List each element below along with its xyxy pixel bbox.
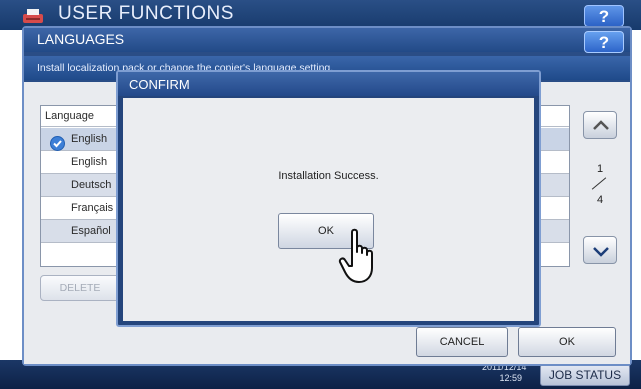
chevron-up-icon <box>593 120 609 130</box>
list-header-label: Language <box>45 110 94 122</box>
languages-title: LANGUAGES <box>37 31 125 47</box>
delete-button[interactable]: DELETE <box>40 275 120 301</box>
confirm-body <box>123 98 534 321</box>
ok-button[interactable]: OK <box>518 327 616 357</box>
page-total: 4 <box>596 194 604 206</box>
list-item-label: Español <box>71 225 111 237</box>
time-text: 12:59 <box>499 373 522 383</box>
confirm-message: Installation Success. <box>278 170 379 182</box>
list-item-label: English <box>71 156 108 168</box>
cancel-button[interactable]: CANCEL <box>416 327 508 357</box>
job-status-button[interactable]: JOB STATUS <box>540 364 630 386</box>
page-up-button[interactable] <box>583 111 617 139</box>
confirm-title: CONFIRM <box>129 77 190 92</box>
help-button[interactable]: ? <box>584 5 624 27</box>
hand-pointer-icon <box>338 228 373 283</box>
printer-icon <box>23 9 43 23</box>
list-item-label: English <box>71 133 108 145</box>
languages-help-button[interactable]: ? <box>584 31 624 53</box>
page-down-button[interactable] <box>583 236 617 264</box>
page-current: 1 <box>596 163 604 175</box>
check-circle-icon <box>50 136 65 151</box>
list-item-label: Deutsch <box>71 179 112 191</box>
list-item-label: Français <box>71 202 114 214</box>
chevron-down-icon <box>593 247 609 257</box>
app-title: USER FUNCTIONS <box>58 3 234 24</box>
